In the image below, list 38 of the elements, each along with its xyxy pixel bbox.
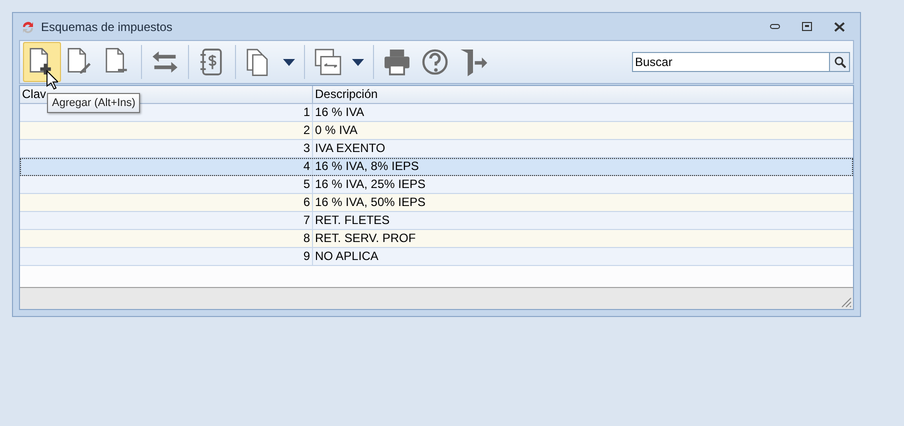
table-cell: 8 [20,230,313,247]
table-cell: 6 [20,194,313,211]
table-cell: 4 [20,158,313,175]
table-row[interactable]: 8 RET. SERV. PROF [20,230,853,248]
search-button[interactable] [830,52,850,72]
table-row[interactable]: 7 RET. FLETES [20,212,853,230]
caret-icon [283,58,295,66]
table-cell-text: 16 % IVA [314,104,366,121]
table-cell-text: NO APLICA [314,248,380,265]
table-cell: 9 [20,248,313,265]
table-cell: 2 [20,122,313,139]
search-icon [834,56,846,68]
table-row[interactable]: 5 16 % IVA, 25% IEPS [20,176,853,194]
table-cell-text: 0 % IVA [314,122,358,139]
table-row[interactable]: 9 NO APLICA [20,248,853,266]
search-field[interactable]: Buscar [632,52,830,72]
table-cell-text: 16 % IVA, 50% IEPS [314,194,427,211]
caret-icon [352,58,364,66]
table-row[interactable]: 3 IVA EXENTO [20,140,853,158]
table-cell-text: IVA EXENTO [314,140,386,157]
table-cell: 7 [20,212,313,229]
table-cell: 5 [20,176,313,193]
table-row[interactable]: 4 16 % IVA, 8% IEPS [20,158,853,176]
close-icon [834,22,844,32]
table-cell-text: RET. FLETES [314,212,391,229]
app-logo-icon [21,20,35,34]
table-cell-text: 16 % IVA, 25% IEPS [314,176,427,193]
table-cell-text: 16 % IVA, 8% IEPS [314,158,420,175]
table-row[interactable]: 2 0 % IVA [20,122,853,140]
minimize-icon [770,24,780,30]
column-header[interactable]: Descripción [313,86,853,103]
resize-grip-icon [840,296,852,308]
window-title: Esquemas de impuestos [41,18,172,36]
table-row[interactable]: 6 16 % IVA, 50% IEPS [20,194,853,212]
toolbar-button[interactable] [23,42,61,82]
maximize-icon [802,22,812,31]
table-cell: 3 [20,140,313,157]
table-cell-text: RET. SERV. PROF [314,230,417,247]
